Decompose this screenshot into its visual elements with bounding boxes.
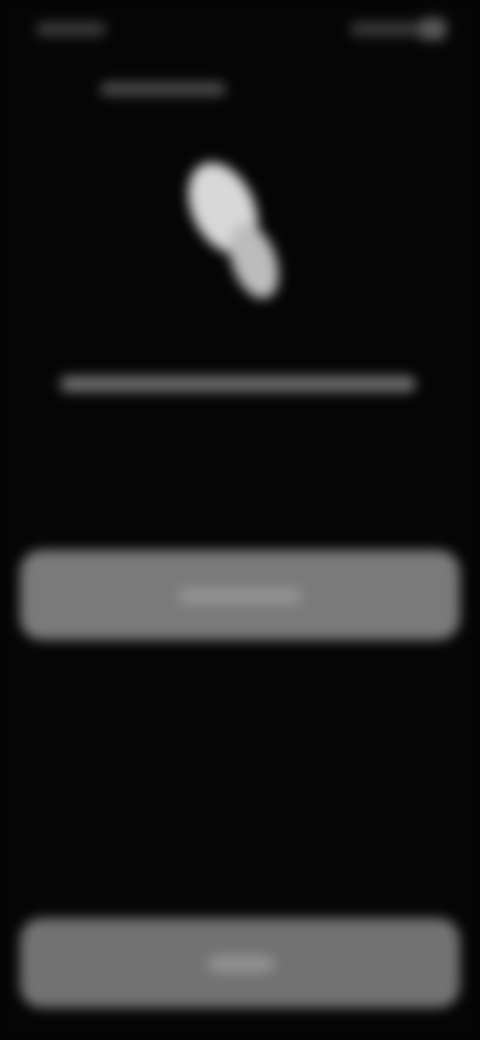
instruction-text-label: [60, 370, 416, 398]
instruction-text: [60, 370, 416, 398]
fingerprint-setup-screen: [0, 0, 480, 1040]
status-time-text: [30, 18, 110, 40]
status-icons: [350, 16, 446, 42]
primary-action-button[interactable]: [20, 550, 460, 640]
status-bar: [0, 0, 480, 60]
page-title: [100, 78, 226, 100]
primary-action-button-label: [20, 550, 460, 640]
secondary-action-button-label: [20, 918, 460, 1008]
page-title-text: [100, 78, 226, 100]
secondary-action-button[interactable]: [20, 918, 460, 1008]
status-time: [30, 18, 110, 40]
fingerprint-icon: [174, 150, 298, 310]
battery-icon: [420, 18, 446, 40]
